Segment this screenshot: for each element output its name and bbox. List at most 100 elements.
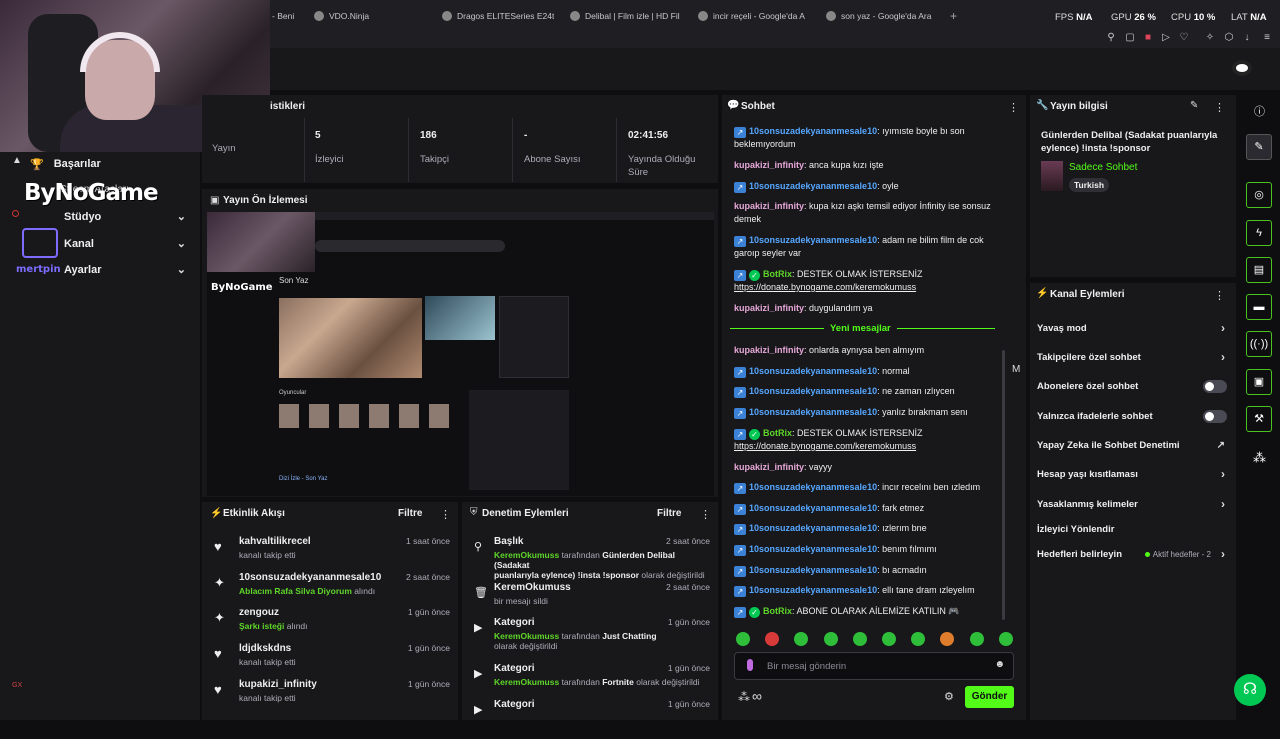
channel-action-item[interactable]: Hedefleri belirleyin Aktif hedefler - 2 › — [1037, 544, 1227, 564]
activity-item[interactable]: ♥ kahvaltilikrecel kanalı takip etti 1 saat… — [214, 536, 450, 572]
chat-message[interactable]: ↗ 10sonsuzadekyananmesale10: ne zaman ızl… — [734, 385, 996, 398]
browser-tab[interactable]: Dragos ELITESeries E24t — [442, 8, 554, 24]
points-icon[interactable]: ⁂ — [1253, 450, 1266, 466]
chat-message[interactable]: kupakizi_infinity: vayyy — [734, 461, 996, 474]
chat-message[interactable]: ↗ 10sonsuzadekyananmesale10: adam ne bili… — [734, 234, 996, 260]
chat-message[interactable]: ↗ 10sonsuzadekyananmesale10: ellı tane dr… — [734, 584, 996, 597]
support-chat-button[interactable]: ☊ — [1234, 674, 1266, 706]
chat-message[interactable]: ↗ ✓ BotRix: DESTEK OLMAK İSTERSENİZ https:/… — [734, 268, 996, 294]
channel-action-item[interactable]: Takipçilere özel sohbet › — [1037, 347, 1227, 367]
chat-username[interactable]: 10sonsuzadekyananmesale10 — [749, 126, 877, 136]
sidebar-item-achievements[interactable]: 🏆 Başarılar — [30, 154, 190, 174]
infinity-icon[interactable]: ∞ — [752, 688, 762, 704]
channel-action-item[interactable]: Yavaş mod › — [1037, 318, 1227, 338]
menu-icon[interactable]: ≡ — [1262, 33, 1272, 43]
sidebar-item-settings[interactable]: Ayarlar ⌄ — [64, 260, 190, 280]
channel-action-item[interactable]: Yasaklanmış kelimeler › — [1037, 494, 1227, 514]
browser-tab[interactable]: incir reçeli - Google'da A — [698, 8, 810, 24]
chat-message[interactable]: ↗ ✓ BotRix: ABONE OLARAK AİLEMİZE KATILIN … — [734, 605, 996, 618]
box-icon[interactable]: ⬡ — [1224, 33, 1234, 43]
activity-item[interactable]: ♥ ldjdkskdns kanalı takip etti 1 gün önce — [214, 643, 450, 679]
chat-message[interactable]: kupakizi_infinity: duygulandım ya — [734, 302, 996, 315]
new-tab-button[interactable]: + — [950, 8, 962, 24]
browser-tab[interactable]: son yaz - Google'da Ara — [826, 8, 938, 24]
chat-username[interactable]: 10sonsuzadekyananmesale10 — [749, 544, 877, 554]
document-rail-button[interactable]: ▤ — [1246, 257, 1272, 283]
activity-filter-button[interactable]: Filtre — [398, 508, 422, 519]
chat-message[interactable]: ↗ ✓ BotRix: DESTEK OLMAK İSTERSENİZ https:/… — [734, 427, 996, 453]
info-icon[interactable]: ⓘ — [1254, 103, 1265, 119]
lightning-rail-button[interactable]: ϟ — [1246, 220, 1272, 246]
chat-username[interactable]: kupakizi_infinity — [734, 345, 804, 355]
browser-tab[interactable]: Delibal | Film izle | HD Fil — [570, 8, 682, 24]
wrench-rail-button[interactable]: ⚒ — [1246, 406, 1272, 432]
chat-username[interactable]: 10sonsuzadekyananmesale10 — [749, 235, 877, 245]
emote-icon[interactable] — [736, 632, 750, 646]
download-icon[interactable]: ↓ — [1242, 33, 1252, 43]
toggle-switch[interactable] — [1203, 409, 1227, 423]
chat-scrollbar[interactable] — [1002, 350, 1005, 620]
moderation-item[interactable]: ▶ Kategori KeremOkumuss tarafından Just Ch… — [474, 617, 710, 657]
chat-username[interactable]: BotRix — [763, 269, 792, 279]
chat-rail-button[interactable]: ▬ — [1246, 294, 1272, 320]
heart-outline-icon[interactable]: ♡ — [1179, 33, 1189, 43]
chat-message[interactable]: ↗ 10sonsuzadekyananmesale10: normal — [734, 365, 996, 378]
emote-icon[interactable] — [852, 632, 867, 646]
chat-username[interactable]: 10sonsuzadekyananmesale10 — [749, 503, 877, 513]
activity-item[interactable]: ✦ zengouz Şarkı isteği alındı 1 gün önce — [214, 607, 450, 643]
chat-username[interactable]: 10sonsuzadekyananmesale10 — [749, 523, 877, 533]
emote-icon[interactable] — [882, 632, 896, 646]
channel-action-item[interactable]: Hesap yaşı kısıtlaması › — [1037, 464, 1227, 484]
gear-icon[interactable]: ⚙ — [944, 690, 954, 703]
emote-icon[interactable] — [969, 632, 984, 646]
chat-message[interactable]: ↗ 10sonsuzadekyananmesale10: oyle — [734, 180, 996, 193]
pencil-icon[interactable]: ✎ — [1190, 100, 1198, 111]
stream-preview-video[interactable]: ByNoGame Son Yaz Oyuncular Dizi İzle - S… — [207, 212, 714, 496]
chat-link[interactable]: https://donate.bynogame.com/keremokumuss — [734, 441, 916, 451]
chat-username[interactable]: kupakizi_infinity — [734, 462, 804, 472]
broadcast-rail-button[interactable]: ((·)) — [1246, 331, 1272, 357]
chat-message[interactable]: kupakizi_infinity: anca kupa kızı işte — [734, 159, 996, 172]
chat-message[interactable]: kupakizi_infinity: onlarda aynıysa ben a… — [734, 344, 996, 357]
chat-username[interactable]: 10sonsuzadekyananmesale10 — [749, 386, 877, 396]
chat-username[interactable]: BotRix — [763, 606, 792, 616]
chat-username[interactable]: 10sonsuzadekyananmesale10 — [749, 366, 877, 376]
activity-item[interactable]: ♥ kupakizi_infinity kanalı takip etti 1 gün… — [214, 679, 450, 715]
sidebar-item-channel[interactable]: Kanal ⌄ — [64, 234, 190, 254]
activity-item[interactable]: ✦ 10sonsuzadekyananmesale10 Ablacım Rafa S… — [214, 572, 450, 608]
browser-tab[interactable]: VDO.Ninja — [314, 8, 424, 24]
channel-action-item[interactable]: Yalnızca ifadelerle sohbet — [1037, 406, 1227, 426]
toggle-switch[interactable] — [1203, 379, 1227, 393]
chat-message[interactable]: ↗ 10sonsuzadekyananmesale10: fark etmez — [734, 502, 996, 515]
chat-username[interactable]: 10sonsuzadekyananmesale10 — [749, 407, 877, 417]
chat-username[interactable]: 10sonsuzadekyananmesale10 — [749, 585, 877, 595]
channel-action-item[interactable]: İzleyici Yönlendir — [1037, 519, 1227, 539]
chat-message[interactable]: ↗ 10sonsuzadekyananmesale10: yanlız bırak… — [734, 406, 996, 419]
shield-icon[interactable]: ■ — [1143, 33, 1153, 43]
sidebar-item-studio[interactable]: Stüdyo ⌄ — [64, 207, 190, 227]
chat-username[interactable]: kupakizi_infinity — [734, 303, 804, 313]
browser-tab[interactable]: - Beni — [272, 8, 300, 24]
category-link[interactable]: Sadece Sohbet — [1069, 162, 1137, 173]
moderation-item[interactable]: ⚲ Başlık KeremOkumuss tarafından Günlerden… — [474, 536, 710, 580]
channel-action-item[interactable]: Yapay Zeka ile Sohbet Denetimi ↗ — [1037, 435, 1227, 455]
emoji-icon[interactable]: ☻ — [994, 659, 1005, 670]
chat-message[interactable]: ↗ 10sonsuzadekyananmesale10: incır recelı… — [734, 481, 996, 494]
chat-message[interactable]: ↗ 10sonsuzadekyananmesale10: bı acmadın — [734, 564, 996, 577]
chat-input[interactable]: Bir mesaj gönderin ☻ — [734, 652, 1014, 680]
more-icon[interactable]: ⋮ — [1214, 101, 1225, 114]
chat-username[interactable]: 10sonsuzadekyananmesale10 — [749, 482, 877, 492]
send-button[interactable]: Gönder — [965, 686, 1014, 708]
chat-username[interactable]: 10sonsuzadekyananmesale10 — [749, 565, 877, 575]
emote-icon[interactable] — [823, 632, 838, 646]
chat-link[interactable]: https://donate.bynogame.com/keremokumuss — [734, 282, 916, 292]
chat-message[interactable]: ↗ 10sonsuzadekyananmesale10: benım fılmım… — [734, 543, 996, 556]
mic-icon[interactable] — [747, 659, 753, 671]
extension-icon[interactable]: ✧ — [1205, 33, 1215, 43]
chat-username[interactable]: 10sonsuzadekyananmesale10 — [749, 181, 877, 191]
moderation-item[interactable]: ▶ Kategori KeremOkumuss tarafından Fortnit… — [474, 663, 710, 703]
pin-icon[interactable]: ⚲ — [1106, 33, 1116, 43]
more-icon[interactable]: ⋮ — [1214, 289, 1225, 302]
avatar[interactable] — [1232, 60, 1252, 76]
chat-username[interactable]: BotRix — [763, 428, 792, 438]
